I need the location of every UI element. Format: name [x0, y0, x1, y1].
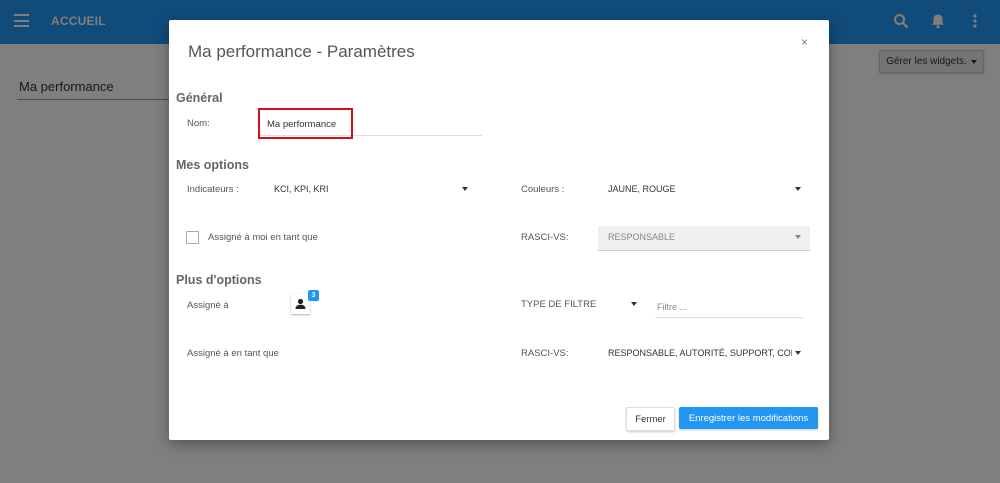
name-input[interactable] [260, 113, 482, 136]
filter-type-caret-icon[interactable] [631, 302, 637, 306]
filter-type-select[interactable]: TYPE DE FILTRE [521, 299, 596, 310]
rasci-vs-label: RASCI-VS: [521, 232, 569, 243]
rasci-vs-select-2[interactable]: RESPONSABLE, AUTORITÉ, SUPPORT, CONS [608, 348, 792, 358]
rasci-vs-value: RESPONSABLE [608, 232, 676, 242]
rasci-vs-label-2: RASCI-VS: [521, 348, 569, 359]
assigned-count-badge: 3 [308, 290, 319, 301]
settings-modal: Ma performance - Paramètres × Général No… [169, 20, 829, 440]
colors-label: Couleurs : [521, 184, 565, 195]
modal-title: Ma performance - Paramètres [188, 42, 415, 61]
indicators-select[interactable]: KCI, KPI, KRI [274, 184, 329, 194]
filter-input[interactable] [655, 297, 803, 318]
indicators-caret-icon[interactable] [462, 187, 468, 191]
assigned-to-label: Assigné à [187, 300, 229, 311]
section-more-options-heading: Plus d'options [176, 273, 262, 287]
section-my-options-heading: Mes options [176, 158, 249, 172]
indicators-label: Indicateurs : [187, 184, 239, 195]
assigned-as-label: Assigné à en tant que [187, 348, 279, 359]
assigned-to-me-label: Assigné à moi en tant que [208, 232, 318, 243]
close-icon[interactable]: × [801, 35, 808, 49]
close-button[interactable]: Fermer [626, 407, 675, 431]
section-general-heading: Général [176, 91, 223, 105]
colors-caret-icon[interactable] [795, 187, 801, 191]
save-changes-button[interactable]: Enregistrer les modifications [679, 407, 818, 429]
rasci-vs-caret-icon [795, 235, 801, 239]
name-label: Nom: [187, 118, 210, 129]
assigned-to-me-checkbox[interactable] [186, 231, 199, 244]
rasci-vs-2-caret-icon[interactable] [795, 351, 801, 355]
colors-select[interactable]: JAUNE, ROUGE [608, 184, 676, 194]
